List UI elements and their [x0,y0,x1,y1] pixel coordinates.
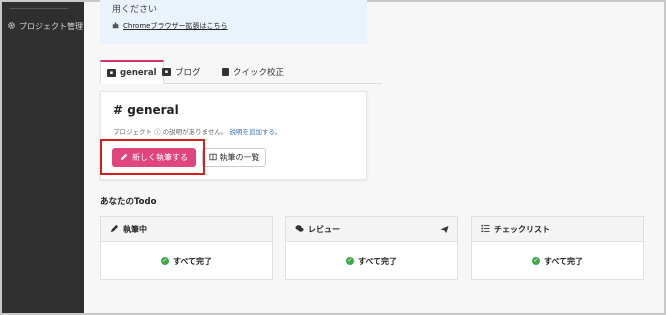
todo-panel-checklist: チェックリスト ✓ すべて完了 [471,216,644,280]
tab-quick-proofread[interactable]: クイック校正 [216,60,290,84]
tab-blog[interactable]: ▪ ブログ [156,60,207,84]
sidebar-item-label: プロジェクト管理 [19,22,83,31]
check-circle-icon: ✓ [531,257,540,265]
todo-panel-title: チェックリスト [494,224,550,234]
todo-panel-status: ✓ すべて完了 [472,242,643,280]
tab-label: クイック校正 [233,68,285,78]
write-list-button[interactable]: 執筆の一覧 [202,148,266,167]
channel-icon: ▪ [162,68,171,76]
description-text: の説明がありません。 [162,128,228,136]
help-icon[interactable]: ⓘ [154,128,161,136]
pencil-icon [110,224,119,235]
todo-status-label: すべて完了 [172,256,213,266]
channel-description: プロジェクト ⓘ の説明がありません。 説明を追加する。 [113,126,282,136]
chrome-extension-link[interactable]: Chromeブラウザー拡張はこちら [112,21,227,31]
sidebar: プロジェクト管理 [2,2,84,313]
check-circle-icon: ✓ [160,257,169,265]
info-box: 用ください Chromeブラウザー拡張はこちら [100,0,367,44]
todo-panel-writing: 執筆中 ✓ すべて完了 [100,216,273,280]
gear-icon [7,21,16,32]
comments-icon [295,224,304,235]
channel-title: # general [113,103,179,117]
tab-label: ブログ [175,68,201,78]
chrome-extension-link-label: Chromeブラウザー拡張はこちら [123,22,228,30]
todo-status-label: すべて完了 [357,256,398,266]
highlight-box [100,139,205,175]
todo-panel-status: ✓ すべて完了 [101,242,272,280]
document-icon [222,68,229,76]
sidebar-item-project-management[interactable]: プロジェクト管理 [7,21,83,32]
todo-panel-title: 執筆中 [123,224,147,234]
todo-panel-header: 執筆中 [101,217,272,242]
paper-plane-icon[interactable] [440,225,449,236]
todo-panel-header: レビュー [286,217,457,242]
book-icon [208,153,217,163]
channel-icon: ▪ [107,68,116,77]
todo-status-label: すべて完了 [543,256,584,266]
write-list-label: 執筆の一覧 [219,153,260,162]
todo-heading: あなたのTodo [100,197,157,207]
todo-panel-status: ✓ すべて完了 [286,242,457,280]
list-check-icon [481,224,490,235]
todo-panel-title: レビュー [308,224,340,234]
add-description-link[interactable]: 説明を追加する。 [230,128,282,136]
puzzle-icon [112,21,120,31]
description-prefix: プロジェクト [113,128,152,136]
check-circle-icon: ✓ [345,257,354,265]
todo-panel-review: レビュー ✓ すべて完了 [285,216,458,280]
channel-tabs: ▪ general ▪ ブログ クイック校正 [100,60,382,84]
sidebar-divider [10,8,68,9]
tab-label: general [120,67,157,78]
todo-panel-header: チェックリスト [472,217,643,242]
tab-general[interactable]: ▪ general [100,60,164,84]
info-text: 用ください [112,5,158,15]
